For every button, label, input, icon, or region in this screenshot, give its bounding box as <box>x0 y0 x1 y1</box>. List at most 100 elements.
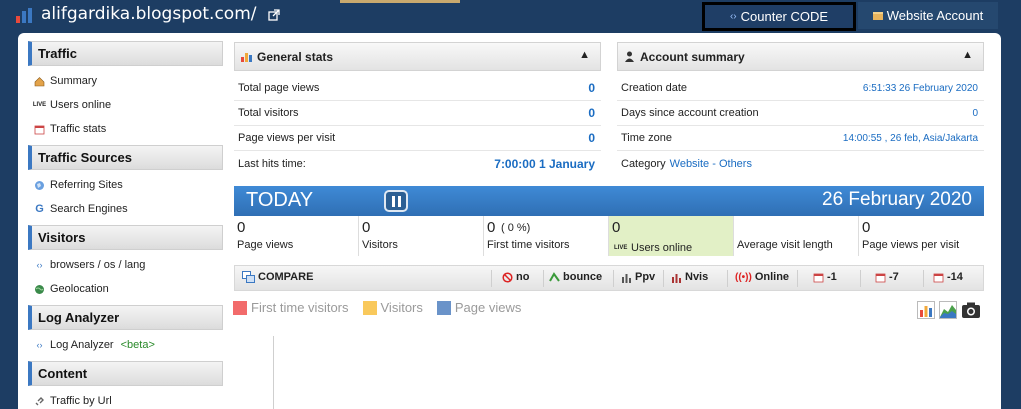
legend-label: Page views <box>454 300 522 315</box>
bar-chart-logo-icon <box>16 8 32 23</box>
compare-minus-1-button[interactable]: -1 <box>813 271 837 283</box>
sidebar-item-label: Log Analyzer <box>50 339 114 351</box>
sidebar-section-content: Content <box>28 361 223 386</box>
chart-axis <box>273 336 274 409</box>
today-label-text: Users online <box>631 242 693 254</box>
sidebar-item-summary[interactable]: Summary <box>28 69 223 93</box>
legend-item-page-views[interactable]: Page views <box>436 300 522 315</box>
folder-icon <box>872 11 883 20</box>
compare-item-label: -7 <box>889 271 899 283</box>
compare-online-button[interactable]: ((•)) Online <box>735 271 789 283</box>
sidebar-section-visitors: Visitors <box>28 225 223 250</box>
sidebar-item-log-analyzer[interactable]: ‹› Log Analyzer <beta> <box>28 333 223 357</box>
chart-legend: First time visitors Visitors Page views <box>233 300 521 315</box>
divider <box>923 270 924 287</box>
beta-tag: <beta> <box>120 339 155 351</box>
today-cell-visitors: 0 Visitors <box>359 216 484 256</box>
top-decor-strip <box>340 0 460 3</box>
no-icon <box>502 271 513 283</box>
account-label: Creation date <box>621 82 688 94</box>
today-value: 0 <box>487 219 496 236</box>
today-label-text: Page views per visit <box>862 239 960 251</box>
divider <box>727 270 728 287</box>
google-icon: G <box>35 203 44 215</box>
sidebar-item-label: Geolocation <box>50 283 109 295</box>
sidebar-item-search-engines[interactable]: G Search Engines <box>28 197 223 221</box>
calendar-icon <box>813 273 824 282</box>
sidebar-item-label: Traffic by Url <box>50 395 112 407</box>
camera-icon[interactable] <box>961 301 981 319</box>
sidebar-item-label: Search Engines <box>50 203 128 215</box>
code-icon: ‹› <box>36 340 43 350</box>
category-label: Category <box>621 157 666 170</box>
category-link[interactable]: Website - Others <box>670 158 752 170</box>
bar-chart-type-icon[interactable] <box>917 301 935 319</box>
today-cell-page-views-per-visit: 0 Page views per visit <box>859 216 984 256</box>
today-cell-first-time-visitors: 0 ( 0 %) First time visitors <box>484 216 609 256</box>
legend-item-visitors[interactable]: Visitors <box>362 300 423 315</box>
general-stats-header: General stats ▲ <box>234 42 601 71</box>
compare-bounce-button[interactable]: bounce <box>549 271 602 283</box>
sidebar-item-label: Users online <box>50 99 112 111</box>
pause-button[interactable] <box>384 190 408 212</box>
globe-icon <box>34 180 45 191</box>
account-value: 14:00:55 , 26 feb, Asia/Jakarta <box>842 132 978 144</box>
sidebar-item-users-online[interactable]: LIVE Users online <box>28 93 223 117</box>
divider <box>543 270 544 287</box>
pause-icon <box>391 195 395 207</box>
compare-nvis-button[interactable]: Nvis <box>671 271 708 283</box>
general-stats-row: Total page views 0 <box>234 76 601 101</box>
legend-item-first-time-visitors[interactable]: First time visitors <box>233 300 349 315</box>
stat-value: 0 <box>588 106 595 120</box>
today-label-text: Page views <box>237 239 294 251</box>
code-icon: ‹› <box>36 260 43 270</box>
website-account-button[interactable]: Website Account <box>858 2 998 29</box>
stat-label: Page views per visit <box>238 132 336 144</box>
counter-code-button[interactable]: ‹› Counter CODE <box>702 2 856 31</box>
sidebar-item-label: Summary <box>50 75 98 87</box>
code-icon: ‹› <box>729 11 737 22</box>
sidebar-item-referring-sites[interactable]: Referring Sites <box>28 173 223 197</box>
compare-ppv-button[interactable]: Ppv <box>621 271 655 283</box>
live-icon: LIVE <box>33 100 46 111</box>
sidebar-item-geolocation[interactable]: Geolocation <box>28 277 223 301</box>
site-title[interactable]: alifgardika.blogspot.com/ <box>41 4 257 24</box>
account-summary-row: Creation date 6:51:33 26 February 2020 <box>617 76 984 101</box>
collapse-icon[interactable]: ▲ <box>579 49 590 61</box>
today-date: 26 February 2020 <box>822 189 972 210</box>
today-stats: 0 Page views 0 Visitors 0 ( 0 %) First t… <box>234 216 984 256</box>
stat-value: 0 <box>588 131 595 145</box>
compare-no-button[interactable]: no <box>502 271 529 283</box>
sidebar-item-label: Traffic stats <box>50 123 107 135</box>
legend-label: Visitors <box>380 300 423 315</box>
compare-icon <box>242 271 255 283</box>
account-summary-title: Account summary <box>640 49 745 64</box>
compare-minus-7-button[interactable]: -7 <box>875 271 899 283</box>
account-summary-row: Days since account creation 0 <box>617 101 984 126</box>
divider <box>860 270 861 287</box>
compare-bar: COMPARE no bounce Ppv Nvis ((•)) Online … <box>234 265 984 291</box>
today-value: 0 <box>612 219 621 236</box>
earth-icon <box>34 284 45 295</box>
legend-swatch <box>436 300 451 315</box>
sidebar-item-traffic-stats[interactable]: Traffic stats <box>28 117 223 141</box>
link-icon <box>34 396 45 407</box>
today-cell-users-online[interactable]: 0 LIVE Users online <box>609 216 734 256</box>
bar-chart-icon <box>241 53 252 62</box>
compare-minus-14-button[interactable]: -14 <box>933 271 963 283</box>
sidebar-section-traffic: Traffic <box>28 41 223 66</box>
stat-label: Total visitors <box>238 107 299 119</box>
collapse-icon[interactable]: ▲ <box>962 49 973 61</box>
sidebar-item-traffic-by-url[interactable]: Traffic by Url <box>28 389 223 409</box>
external-link-icon[interactable] <box>268 9 280 21</box>
website-account-label: Website Account <box>886 8 984 23</box>
legend-swatch <box>233 300 247 315</box>
area-chart-type-icon[interactable] <box>939 301 957 319</box>
account-value: 0 <box>972 107 978 119</box>
account-summary-row: Time zone 14:00:55 , 26 feb, Asia/Jakart… <box>617 126 984 151</box>
today-cell-page-views: 0 Page views <box>234 216 359 256</box>
divider <box>663 270 664 287</box>
sidebar-item-browsers[interactable]: ‹› browsers / os / lang <box>28 253 223 277</box>
today-bar: TODAY 26 February 2020 <box>234 186 984 216</box>
sidebar-section-traffic-sources: Traffic Sources <box>28 145 223 170</box>
